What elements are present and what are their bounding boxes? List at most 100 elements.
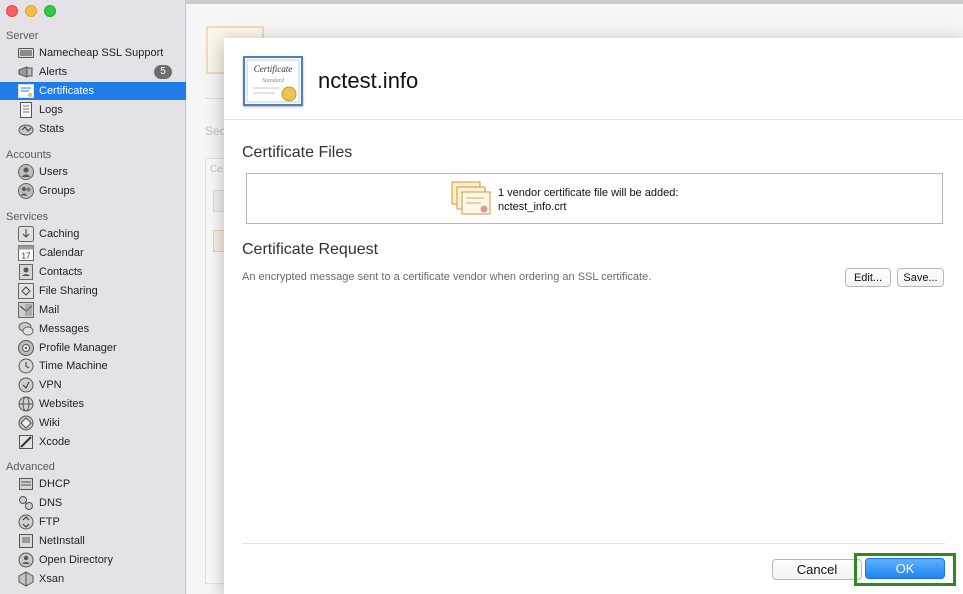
sidebar-item-time-machine[interactable]: Time Machine: [0, 357, 186, 375]
sidebar-item-dhcp[interactable]: DHCP: [0, 475, 186, 493]
vpn-icon: [18, 377, 34, 393]
background-section-label: Sec: [205, 124, 226, 138]
group-icon: [18, 183, 34, 199]
certificate-files-icon: [451, 181, 493, 217]
sidebar-item-label: Caching: [39, 228, 80, 240]
server-icon: [18, 45, 34, 61]
sidebar-item-label: Open Directory: [39, 554, 113, 566]
certificate-icon: Certificate Standard: [243, 56, 303, 106]
sidebar-item-groups[interactable]: Groups: [0, 182, 186, 200]
sidebar-item-xsan[interactable]: Xsan: [0, 570, 186, 588]
sidebar-item-netinstall[interactable]: NetInstall: [0, 532, 186, 550]
contacts-icon: [18, 264, 34, 280]
sidebar-item-label: VPN: [39, 379, 62, 391]
ok-button[interactable]: OK: [865, 558, 945, 579]
certificate-files-box: 1 vendor certificate file will be added:…: [246, 173, 943, 224]
certificate-icon: [18, 83, 34, 99]
open-directory-icon: [18, 552, 34, 568]
netinstall-icon: [18, 533, 34, 549]
sheet-header: Certificate Standard nctest.info: [224, 38, 963, 120]
stats-icon: [18, 121, 34, 137]
sidebar-item-websites[interactable]: Websites: [0, 395, 186, 413]
sidebar-item-label: Users: [39, 166, 68, 178]
sidebar-item-file-sharing[interactable]: File Sharing: [0, 282, 186, 300]
sidebar-item-mail[interactable]: Mail: [0, 301, 186, 319]
certificate-files-heading: Certificate Files: [242, 144, 353, 161]
sidebar-item-label: Messages: [39, 323, 90, 335]
sidebar-item-label: Contacts: [39, 266, 83, 278]
sidebar-item-label: Websites: [39, 398, 85, 410]
sidebar-item-caching[interactable]: Caching: [0, 225, 186, 243]
sidebar-item-ftp[interactable]: FTP: [0, 513, 186, 531]
save-button[interactable]: Save...: [897, 268, 944, 287]
svg-text:17: 17: [22, 252, 31, 261]
cancel-button[interactable]: Cancel: [772, 559, 862, 580]
alerts-count-badge: 5: [154, 65, 172, 79]
sidebar-item-label: Mail: [39, 304, 60, 316]
sidebar-item-label: Time Machine: [39, 360, 108, 372]
sidebar-item-label: Groups: [39, 185, 76, 197]
messages-icon: [18, 321, 34, 337]
footer-divider: [242, 543, 945, 544]
background-divider: [205, 98, 225, 99]
svg-text:Standard: Standard: [262, 78, 285, 84]
sidebar-item-label: Profile Manager: [39, 342, 117, 354]
megaphone-icon: [18, 64, 34, 80]
file-sharing-icon: [18, 283, 34, 299]
edit-button[interactable]: Edit...: [845, 268, 891, 287]
sidebar-item-logs[interactable]: Logs: [0, 101, 186, 119]
sidebar: Server Namecheap SSL Support Alerts 5 Ce…: [0, 0, 186, 594]
profile-manager-icon: [18, 340, 34, 356]
sidebar-item-label: Namecheap SSL Support: [39, 47, 164, 59]
sidebar-header-server: Server: [6, 30, 39, 42]
zoom-window-button[interactable]: [44, 5, 56, 17]
sidebar-header-accounts: Accounts: [6, 149, 52, 161]
sidebar-item-label: Wiki: [39, 417, 60, 429]
caching-icon: [18, 226, 34, 242]
dhcp-icon: [18, 476, 34, 492]
wiki-icon: [18, 415, 34, 431]
sidebar-header-services: Services: [6, 211, 49, 223]
sidebar-item-label: Alerts: [39, 66, 68, 78]
sidebar-item-users[interactable]: Users: [0, 163, 186, 181]
time-machine-icon: [18, 358, 34, 374]
background-panel: [205, 158, 225, 584]
sidebar-item-contacts[interactable]: Contacts: [0, 263, 186, 281]
sidebar-item-dns[interactable]: DNS: [0, 494, 186, 512]
globe-icon: [18, 396, 34, 412]
close-window-button[interactable]: [6, 5, 18, 17]
svg-text:Certificate: Certificate: [254, 64, 293, 74]
sidebar-item-open-directory[interactable]: Open Directory: [0, 551, 186, 569]
sidebar-item-label: Xsan: [39, 573, 65, 585]
certificate-files-line-1: 1 vendor certificate file will be added:: [498, 187, 679, 199]
sidebar-item-calendar[interactable]: 17 Calendar: [0, 244, 186, 262]
document-icon: [18, 102, 34, 118]
certificate-request-heading: Certificate Request: [242, 241, 379, 258]
xsan-icon: [18, 571, 34, 587]
dns-icon: [18, 495, 34, 511]
background-panel-label: Ce: [210, 164, 223, 175]
sidebar-item-alerts[interactable]: Alerts 5: [0, 63, 186, 81]
sidebar-item-stats[interactable]: Stats: [0, 120, 186, 138]
sidebar-item-label: Certificates: [39, 85, 95, 97]
sidebar-item-label: DHCP: [39, 478, 71, 490]
certificate-sheet: Certificate Standard nctest.info Certifi…: [224, 38, 963, 594]
sidebar-item-namecheap-ssl-support[interactable]: Namecheap SSL Support: [0, 44, 186, 62]
sidebar-item-certificates[interactable]: Certificates: [0, 82, 186, 100]
certificate-file-name: nctest_info.crt: [498, 201, 567, 213]
sheet-title: nctest.info: [318, 68, 419, 93]
sidebar-item-wiki[interactable]: Wiki: [0, 414, 186, 432]
certificate-files-message: 1 vendor certificate file will be added:…: [498, 186, 678, 214]
sidebar-item-profile-manager[interactable]: Profile Manager: [0, 339, 186, 357]
minimize-window-button[interactable]: [25, 5, 37, 17]
window-controls: [6, 5, 56, 17]
sidebar-item-label: File Sharing: [39, 285, 98, 297]
certificate-request-description: An encrypted message sent to a certifica…: [242, 271, 652, 283]
ftp-icon: [18, 514, 34, 530]
sidebar-item-vpn[interactable]: VPN: [0, 376, 186, 394]
sidebar-item-label: Stats: [39, 123, 65, 135]
sidebar-item-messages[interactable]: Messages: [0, 320, 186, 338]
sidebar-item-label: NetInstall: [39, 535, 85, 547]
sidebar-item-label: FTP: [39, 516, 60, 528]
sidebar-item-xcode[interactable]: Xcode: [0, 433, 186, 451]
